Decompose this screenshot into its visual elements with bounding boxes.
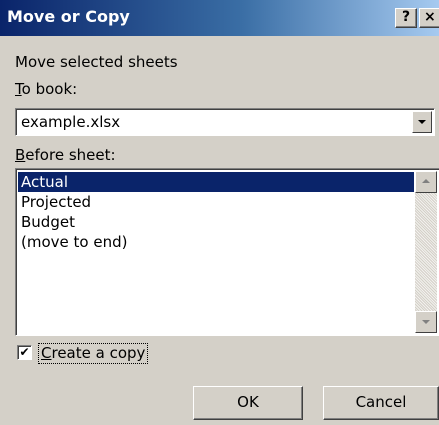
list-item-actual[interactable]: Actual — [18, 172, 414, 192]
before-sheet-listbox[interactable]: Actual Projected Budget (move to end) — [15, 168, 439, 336]
scroll-down-button[interactable] — [415, 311, 437, 333]
list-item-move-to-end[interactable]: (move to end) — [18, 232, 414, 252]
scroll-up-button[interactable] — [415, 171, 437, 193]
to-book-label-rest: o book: — [21, 80, 78, 98]
title-bar[interactable]: Move or Copy ? × — [0, 0, 439, 36]
to-book-value: example.xlsx — [21, 113, 121, 131]
chevron-down-icon — [418, 120, 426, 124]
cancel-button[interactable]: Cancel — [323, 386, 439, 420]
create-copy-checkbox[interactable]: ✔ — [17, 345, 32, 360]
vertical-scrollbar[interactable] — [415, 171, 437, 333]
create-copy-label[interactable]: Create a copy — [38, 343, 149, 364]
help-button[interactable]: ? — [395, 8, 417, 28]
scroll-up-icon — [422, 179, 430, 183]
list-item-budget[interactable]: Budget — [18, 212, 414, 232]
create-copy-label-rest: reate a copy — [51, 344, 146, 362]
list-item-projected[interactable]: Projected — [18, 192, 414, 212]
to-book-label: To book: — [15, 80, 78, 98]
close-button[interactable]: × — [419, 8, 439, 28]
before-sheet-label-rest: efore sheet: — [25, 146, 116, 164]
dialog-title: Move or Copy — [7, 7, 130, 26]
instruction-text: Move selected sheets — [15, 53, 178, 71]
before-sheet-label: Before sheet: — [15, 146, 116, 164]
ok-button[interactable]: OK — [193, 386, 303, 420]
dropdown-button[interactable] — [412, 111, 432, 133]
to-book-dropdown[interactable]: example.xlsx — [15, 108, 435, 136]
scroll-down-icon — [422, 320, 430, 324]
